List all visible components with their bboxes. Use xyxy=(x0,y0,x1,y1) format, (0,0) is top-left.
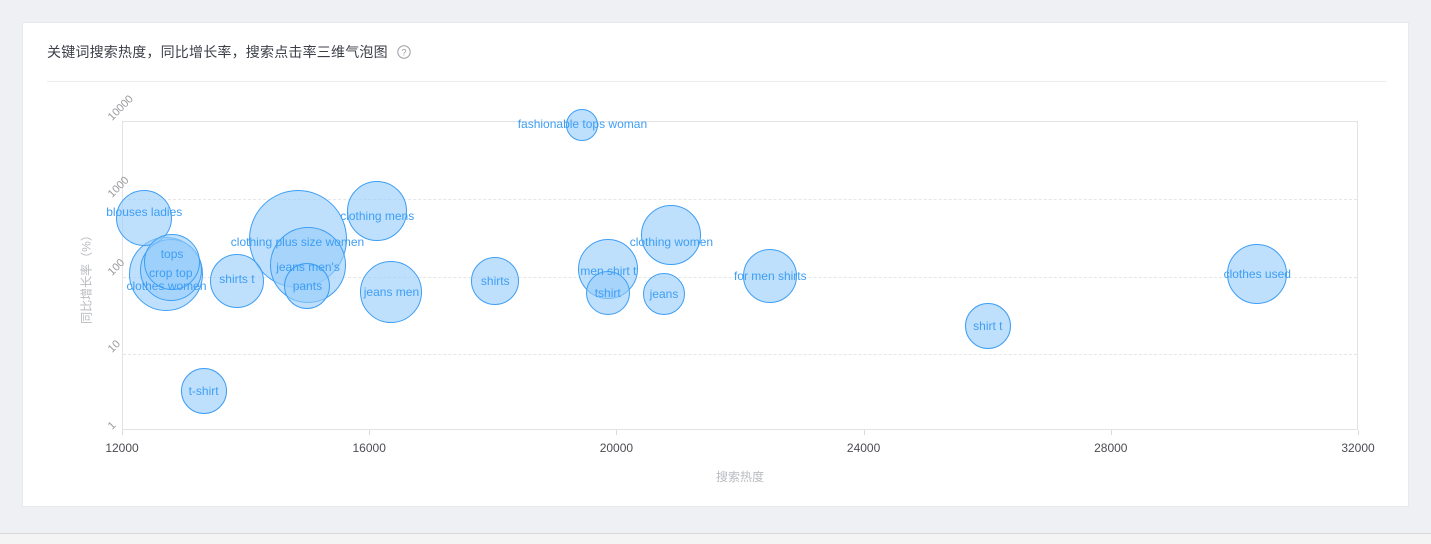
y-gridline xyxy=(123,353,1357,355)
x-axis-tick: 24000 xyxy=(846,441,881,455)
y-axis-tick: 10000 xyxy=(105,93,136,124)
x-axis-tick-mark xyxy=(616,430,618,435)
y-axis-tick: 100 xyxy=(105,256,128,278)
x-axis-title: 搜索热度 xyxy=(715,470,765,484)
y-axis-title: 同比增长率（%） xyxy=(79,228,94,324)
page-root: 关键词搜索热度，同比增长率，搜索点击率三维气泡图 ? 同比增长率（%） 搜索热度… xyxy=(0,0,1431,544)
footer-bar xyxy=(0,533,1431,544)
x-axis-tick-mark xyxy=(1110,430,1112,435)
x-axis-tick-mark xyxy=(122,430,123,435)
bubble-point[interactable] xyxy=(566,108,599,141)
bubble-point[interactable] xyxy=(144,234,201,291)
bubble-chart: 同比增长率（%） 搜索热度 1 10 100 1000 10000 12000 16000 2… xyxy=(23,82,1410,507)
x-axis-tick-mark xyxy=(863,430,865,435)
x-axis-tick-mark xyxy=(369,430,371,435)
bubble-point[interactable] xyxy=(209,253,264,308)
bubble-point[interactable] xyxy=(347,181,408,242)
bubble-point[interactable] xyxy=(642,273,685,316)
x-axis-tick-mark xyxy=(1358,430,1359,435)
bubble-point[interactable] xyxy=(284,262,331,309)
x-axis-tick: 32000 xyxy=(1341,441,1375,455)
bubble-point[interactable] xyxy=(1227,243,1288,304)
page-title: 关键词搜索热度，同比增长率，搜索点击率三维气泡图 xyxy=(47,44,388,60)
bubble-point[interactable] xyxy=(964,303,1011,350)
question-circle-icon[interactable]: ? xyxy=(397,45,411,59)
x-axis-tick: 20000 xyxy=(599,441,634,455)
chart-card: 关键词搜索热度，同比增长率，搜索点击率三维气泡图 ? 同比增长率（%） 搜索热度… xyxy=(22,22,1409,507)
bubble-point[interactable] xyxy=(360,260,423,323)
y-axis-tick: 10 xyxy=(105,337,123,355)
bubble-point[interactable] xyxy=(641,205,702,266)
x-axis-tick: 28000 xyxy=(1094,441,1128,455)
y-axis-tick: 1000 xyxy=(105,174,132,201)
card-header: 关键词搜索热度，同比增长率，搜索点击率三维气泡图 ? xyxy=(23,23,1408,81)
bubble-point[interactable] xyxy=(180,367,227,414)
footer-gap xyxy=(0,507,1431,533)
svg-text:?: ? xyxy=(401,47,406,57)
x-axis-tick: 16000 xyxy=(352,441,386,455)
bubble-point[interactable] xyxy=(471,256,520,305)
bubble-point[interactable] xyxy=(585,270,630,315)
y-axis-tick: 1 xyxy=(105,419,119,433)
x-axis-tick: 12000 xyxy=(105,441,139,455)
bubble-point[interactable] xyxy=(743,249,798,304)
